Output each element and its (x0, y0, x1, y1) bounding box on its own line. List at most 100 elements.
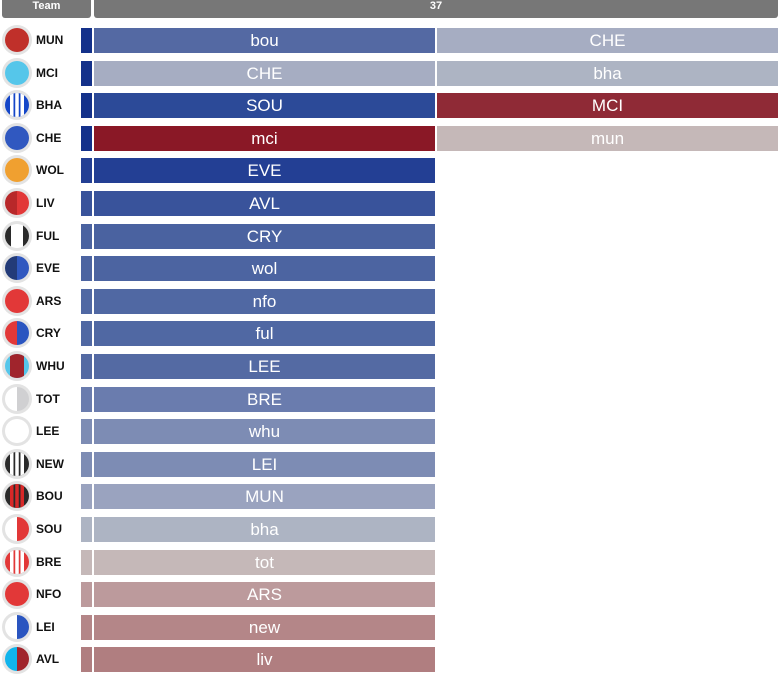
team-row: CHE mci mun (0, 122, 780, 153)
team-row: WOL EVE (0, 155, 780, 186)
fixture-cell[interactable]: ful (94, 321, 435, 347)
tot-crest-icon (2, 383, 32, 414)
eve-crest-icon (2, 253, 32, 284)
team-abbr: EVE (36, 261, 61, 276)
team-abbr: SOU (36, 522, 63, 536)
fixture-cell[interactable]: bha (94, 517, 435, 542)
cry-crest-icon (2, 318, 32, 349)
team-row: AVL liv (0, 644, 780, 674)
difficulty-strip (81, 647, 92, 673)
difficulty-strip (81, 223, 92, 249)
difficulty-strip (81, 321, 92, 347)
difficulty-strip (81, 28, 92, 53)
team-abbr: FUL (36, 228, 60, 243)
fixture-cell[interactable]: LEI (94, 451, 435, 477)
ful-crest-icon (2, 220, 32, 251)
team-abbr: NEW (36, 456, 64, 471)
difficulty-strip (81, 386, 92, 412)
fixture-cell[interactable]: CHE (437, 28, 778, 53)
team-column-header[interactable]: Team (2, 0, 91, 18)
lei-crest-icon (2, 611, 32, 642)
team-row: MCI CHE bha (0, 57, 780, 88)
ars-crest-icon (2, 285, 32, 316)
fixture-cell[interactable]: AVL (94, 191, 435, 216)
team-row: TOT BRE (0, 383, 780, 414)
team-row: NFO ARS (0, 579, 780, 610)
difficulty-strip (81, 419, 92, 445)
difficulty-strip (81, 354, 92, 379)
team-abbr: LEI (36, 619, 55, 634)
team-row: MUN bou CHE (0, 25, 780, 55)
team-row: BRE tot (0, 546, 780, 577)
team-abbr: ARS (36, 293, 62, 308)
team-row: LIV AVL (0, 188, 780, 218)
fixture-cell[interactable]: nfo (94, 288, 435, 314)
bha-crest-icon (2, 90, 32, 121)
fixture-cell[interactable]: MUN (94, 484, 435, 510)
team-abbr: TOT (36, 391, 60, 406)
team-row: BOU MUN (0, 481, 780, 512)
whu-crest-icon (2, 351, 32, 381)
team-abbr: LIV (36, 196, 55, 210)
team-abbr: NFO (36, 587, 62, 602)
fixture-cell[interactable]: whu (94, 419, 435, 445)
difficulty-strip (81, 60, 92, 86)
fixture-cell[interactable]: tot (94, 549, 435, 575)
team-row: CRY ful (0, 318, 780, 349)
difficulty-strip (81, 191, 92, 216)
difficulty-strip (81, 288, 92, 314)
wol-crest-icon (2, 155, 32, 186)
difficulty-strip (81, 125, 92, 151)
fixture-cell[interactable]: MCI (437, 93, 778, 119)
difficulty-strip (81, 451, 92, 477)
mci-crest-icon (2, 57, 32, 88)
fixture-cell[interactable]: CRY (94, 223, 435, 249)
fixture-cell[interactable]: wol (94, 256, 435, 282)
fixture-cell[interactable]: CHE (94, 60, 435, 86)
team-row: FUL CRY (0, 220, 780, 251)
team-abbr: AVL (36, 652, 60, 667)
difficulty-strip (81, 256, 92, 282)
team-abbr: WOL (36, 163, 64, 178)
team-row: NEW LEI (0, 448, 780, 479)
bou-crest-icon (2, 481, 32, 512)
fixture-cell[interactable]: LEE (94, 354, 435, 379)
team-abbr: BOU (36, 489, 63, 504)
team-abbr: BHA (36, 98, 62, 113)
avl-crest-icon (2, 644, 32, 674)
difficulty-strip (81, 517, 92, 542)
team-abbr: WHU (36, 359, 65, 373)
fixture-cell[interactable]: EVE (94, 158, 435, 184)
difficulty-strip (81, 582, 92, 608)
sou-crest-icon (2, 514, 32, 544)
lee-crest-icon (2, 416, 32, 447)
fixture-cell[interactable]: bha (437, 60, 778, 86)
fixture-cell[interactable]: liv (94, 647, 435, 673)
fixture-cell[interactable]: SOU (94, 93, 435, 119)
team-abbr: MCI (36, 65, 58, 80)
team-row: LEI new (0, 611, 780, 642)
difficulty-strip (81, 158, 92, 184)
nfo-crest-icon (2, 579, 32, 610)
team-abbr: LEE (36, 424, 60, 439)
mun-crest-icon (2, 25, 32, 55)
new-crest-icon (2, 448, 32, 479)
fixture-cell[interactable]: mun (437, 125, 778, 151)
team-row: SOU bha (0, 514, 780, 544)
team-row: LEE whu (0, 416, 780, 447)
fixture-cell[interactable]: mci (94, 125, 435, 151)
fixture-cell[interactable]: ARS (94, 582, 435, 608)
team-abbr: CRY (36, 326, 61, 341)
team-abbr: BRE (36, 554, 62, 569)
team-row: EVE wol (0, 253, 780, 284)
gameweek-column-header[interactable]: 37 (94, 0, 778, 18)
fixture-cell[interactable]: bou (94, 28, 435, 53)
difficulty-strip (81, 484, 92, 510)
difficulty-strip (81, 614, 92, 640)
che-crest-icon (2, 122, 32, 153)
team-abbr: MUN (36, 33, 64, 47)
fixture-cell[interactable]: new (94, 614, 435, 640)
fixture-cell[interactable]: BRE (94, 386, 435, 412)
team-row: WHU LEE (0, 351, 780, 381)
liv-crest-icon (2, 188, 32, 218)
